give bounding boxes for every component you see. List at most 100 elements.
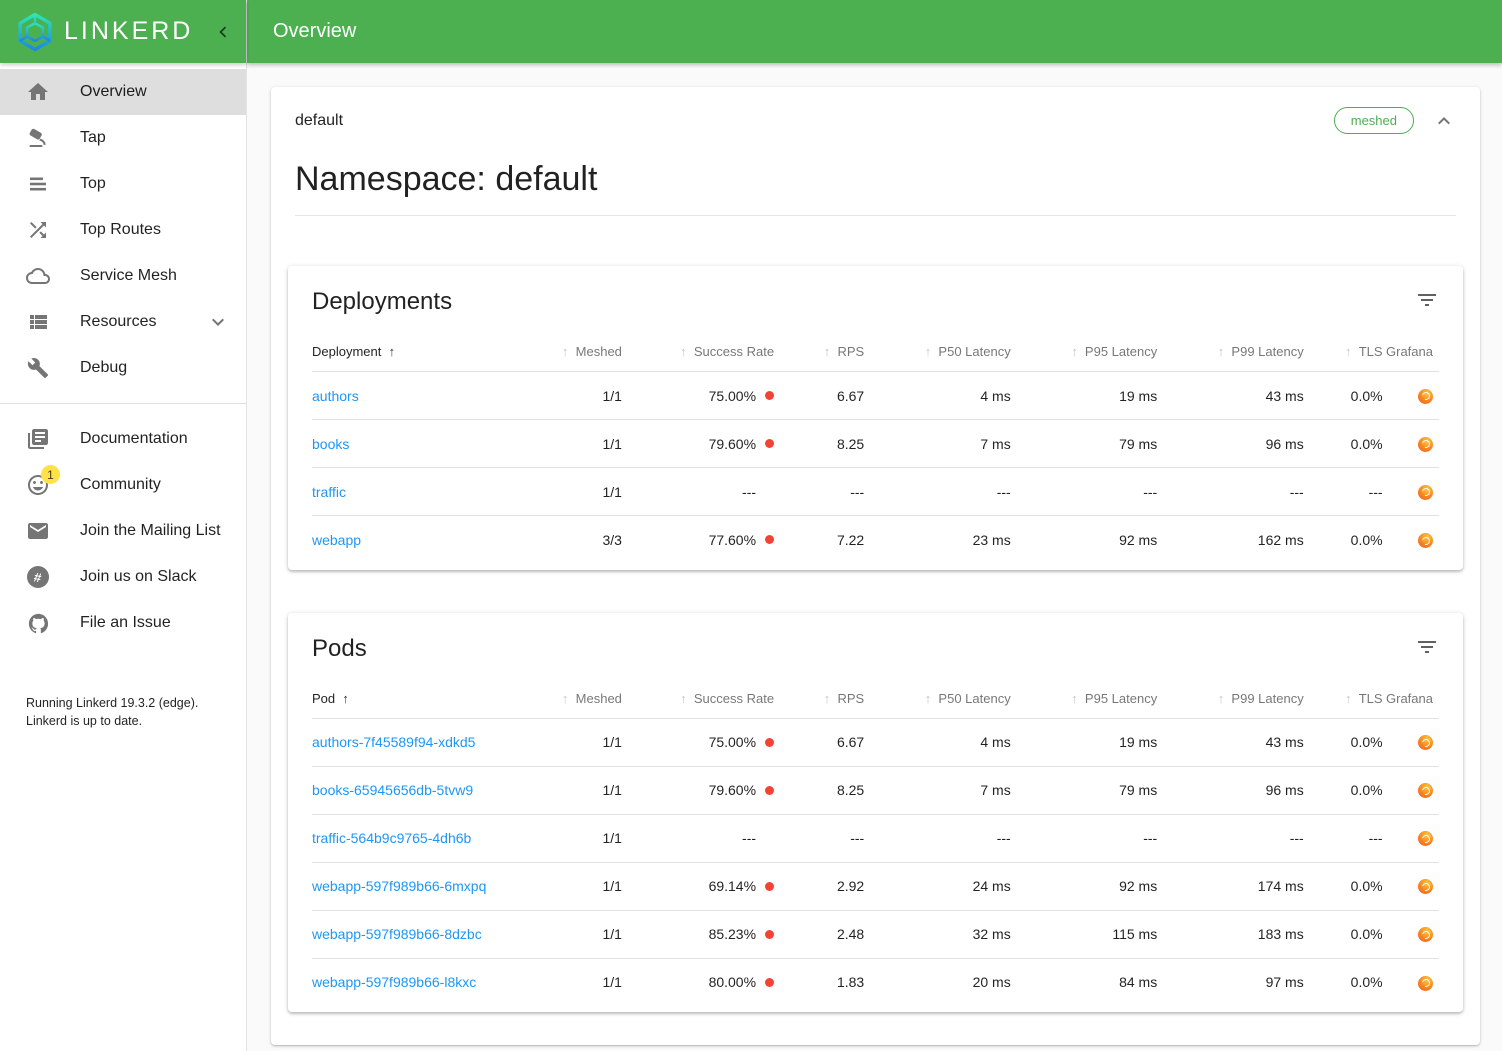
pod-link[interactable]: books-65945656db-5tvw9 xyxy=(312,782,473,798)
cell-success-rate: 79.60% xyxy=(622,420,774,468)
cell-rps: 1.83 xyxy=(774,958,864,1006)
grafana-icon[interactable] xyxy=(1418,879,1433,894)
sidebar-item-file-issue[interactable]: File an Issue xyxy=(0,600,246,646)
table-row: webapp-597f989b66-6mxpq 1/1 69.14% 2.92 … xyxy=(312,862,1439,910)
cell-success-rate: 69.14% xyxy=(622,862,774,910)
pods-card: Pods Pod Meshed Success Rate xyxy=(288,613,1463,1013)
table-row: webapp 3/3 77.60% 7.22 23 ms 92 ms 162 m… xyxy=(312,516,1439,564)
pod-link[interactable]: webapp-597f989b66-6mxpq xyxy=(312,878,486,894)
page-title: Overview xyxy=(273,20,356,43)
sidebar-item-top-routes[interactable]: Top Routes xyxy=(0,207,246,253)
namespace-card: default meshed Namespace: default Deploy… xyxy=(271,87,1480,1045)
sidebar-item-label: Join the Mailing List xyxy=(80,522,230,540)
sidebar-item-resources[interactable]: Resources xyxy=(0,299,246,345)
grafana-icon[interactable] xyxy=(1418,735,1433,750)
cell-p99: 183 ms xyxy=(1157,910,1304,958)
col-deployment[interactable]: Deployment xyxy=(312,334,509,372)
sidebar-item-label: Join us on Slack xyxy=(80,568,230,586)
sidebar-item-service-mesh[interactable]: Service Mesh xyxy=(0,253,246,299)
status-dot xyxy=(765,882,774,891)
col-meshed[interactable]: Meshed xyxy=(509,334,622,372)
sidebar-item-top[interactable]: Top xyxy=(0,161,246,207)
cell-p50: 7 ms xyxy=(864,420,1011,468)
filter-icon[interactable] xyxy=(1415,288,1439,312)
col-p95[interactable]: P95 Latency xyxy=(1011,681,1158,719)
sidebar-item-documentation[interactable]: Documentation xyxy=(0,416,246,462)
cell-p95: --- xyxy=(1011,468,1158,516)
shuffle-icon xyxy=(26,218,50,242)
sidebar-item-slack[interactable]: Join us on Slack xyxy=(0,554,246,600)
version-line-1: Running Linkerd 19.3.2 (edge). xyxy=(26,694,230,712)
wrench-icon xyxy=(26,356,50,380)
deployment-link[interactable]: books xyxy=(312,436,349,452)
smiley-icon: 1 xyxy=(26,473,50,497)
cell-meshed: 3/3 xyxy=(509,516,622,564)
col-tls[interactable]: TLS xyxy=(1304,334,1383,372)
deployment-link[interactable]: authors xyxy=(312,388,359,404)
cell-tls: 0.0% xyxy=(1304,766,1383,814)
deployments-table: Deployment Meshed Success Rate RPS P50 L… xyxy=(312,334,1439,564)
col-p50[interactable]: P50 Latency xyxy=(864,334,1011,372)
divider xyxy=(295,215,1456,216)
col-p99[interactable]: P99 Latency xyxy=(1157,334,1304,372)
cell-tls: 0.0% xyxy=(1304,862,1383,910)
sidebar-item-community[interactable]: 1 Community xyxy=(0,462,246,508)
col-pod[interactable]: Pod xyxy=(312,681,509,719)
col-rps[interactable]: RPS xyxy=(774,681,864,719)
col-success-rate[interactable]: Success Rate xyxy=(622,334,774,372)
pod-link[interactable]: webapp-597f989b66-l8kxc xyxy=(312,974,476,990)
cell-meshed: 1/1 xyxy=(509,372,622,420)
namespace-card-header: default meshed xyxy=(295,107,1456,134)
cell-tls: 0.0% xyxy=(1304,420,1383,468)
pods-table: Pod Meshed Success Rate RPS P50 Latency … xyxy=(312,681,1439,1007)
col-tls[interactable]: TLS xyxy=(1304,681,1383,719)
sidebar-item-tap[interactable]: Tap xyxy=(0,115,246,161)
col-grafana: Grafana xyxy=(1383,334,1439,372)
cell-p95: 19 ms xyxy=(1011,372,1158,420)
sidebar-collapse-button[interactable] xyxy=(210,19,236,45)
pod-link[interactable]: webapp-597f989b66-8dzbc xyxy=(312,926,482,942)
collapse-namespace-button[interactable] xyxy=(1432,109,1456,133)
deployment-link[interactable]: webapp xyxy=(312,532,361,548)
col-p50[interactable]: P50 Latency xyxy=(864,681,1011,719)
grafana-icon[interactable] xyxy=(1418,533,1433,548)
sidebar-item-mailing-list[interactable]: Join the Mailing List xyxy=(0,508,246,554)
cell-p50: 24 ms xyxy=(864,862,1011,910)
chevron-down-icon[interactable] xyxy=(206,310,230,334)
table-row: authors-7f45589f94-xdkd5 1/1 75.00% 6.67… xyxy=(312,718,1439,766)
grafana-icon[interactable] xyxy=(1418,976,1433,991)
col-p95[interactable]: P95 Latency xyxy=(1011,334,1158,372)
grafana-icon[interactable] xyxy=(1418,437,1433,452)
sidebar-item-overview[interactable]: Overview xyxy=(0,69,246,115)
status-dot xyxy=(765,786,774,795)
col-success-rate[interactable]: Success Rate xyxy=(622,681,774,719)
col-p99[interactable]: P99 Latency xyxy=(1157,681,1304,719)
cell-meshed: 1/1 xyxy=(509,814,622,862)
deployment-link[interactable]: traffic xyxy=(312,484,346,500)
cloud-icon xyxy=(26,264,50,288)
grafana-icon[interactable] xyxy=(1418,831,1433,846)
cell-rps: 6.67 xyxy=(774,718,864,766)
col-meshed[interactable]: Meshed xyxy=(509,681,622,719)
grafana-icon[interactable] xyxy=(1418,783,1433,798)
cell-p95: --- xyxy=(1011,814,1158,862)
namespace-title: Namespace: default xyxy=(295,160,1456,199)
cell-p50: 23 ms xyxy=(864,516,1011,564)
grafana-icon[interactable] xyxy=(1418,927,1433,942)
deployments-card: Deployments Deployment Meshed Suc xyxy=(288,266,1463,570)
grafana-icon[interactable] xyxy=(1418,485,1433,500)
status-dot xyxy=(765,391,774,400)
cell-success-rate: 80.00% xyxy=(622,958,774,1006)
table-row: authors 1/1 75.00% 6.67 4 ms 19 ms 43 ms… xyxy=(312,372,1439,420)
filter-icon[interactable] xyxy=(1415,635,1439,659)
list-icon xyxy=(26,310,50,334)
sidebar-item-debug[interactable]: Debug xyxy=(0,345,246,391)
grafana-icon[interactable] xyxy=(1418,389,1433,404)
cell-p50: 7 ms xyxy=(864,766,1011,814)
cell-p99: 96 ms xyxy=(1157,420,1304,468)
col-rps[interactable]: RPS xyxy=(774,334,864,372)
cell-rps: 8.25 xyxy=(774,766,864,814)
status-dot xyxy=(765,535,774,544)
pod-link[interactable]: traffic-564b9c9765-4dh6b xyxy=(312,830,471,846)
pod-link[interactable]: authors-7f45589f94-xdkd5 xyxy=(312,734,475,750)
